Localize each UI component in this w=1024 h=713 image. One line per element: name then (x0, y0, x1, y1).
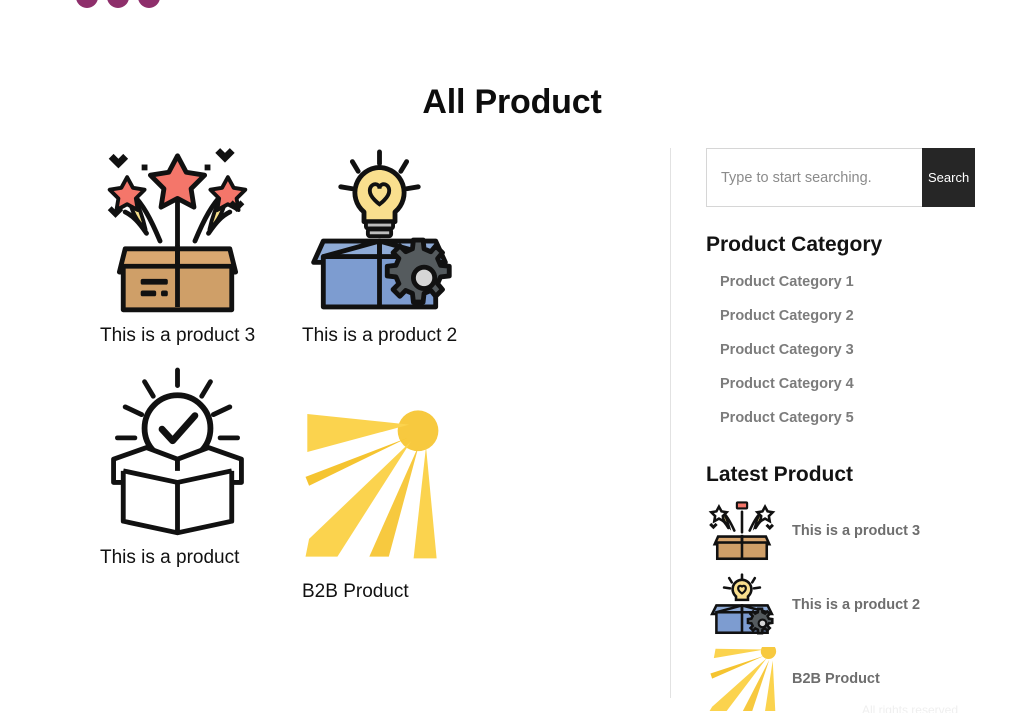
product-card[interactable]: This is a product (100, 362, 302, 602)
sun-rays-icon (709, 647, 777, 711)
category-link[interactable]: Product Category 5 (720, 410, 854, 426)
latest-product-heading: Latest Product (706, 463, 854, 486)
product-card[interactable]: This is a product 2 (302, 140, 504, 346)
list-item[interactable]: This is a product 2 (706, 569, 956, 641)
sidebar-divider (670, 148, 671, 698)
page-root: All Product This is a product 3 This is … (0, 0, 1024, 713)
list-item[interactable]: Product Category 5 (706, 401, 956, 435)
blue-box-lightbulb-gear-icon (311, 149, 452, 310)
product-title: This is a product 2 (302, 325, 458, 346)
search-button[interactable]: Search (922, 148, 976, 207)
list-item[interactable]: Product Category 1 (706, 265, 956, 299)
open-box-checkmark-icon (111, 367, 244, 536)
logo-dot-2 (107, 0, 129, 8)
list-item[interactable]: Product Category 2 (706, 299, 956, 333)
logo-dot-3 (138, 0, 160, 8)
product-card[interactable]: B2B Product (302, 396, 504, 602)
latest-product-title: This is a product 3 (792, 523, 921, 539)
footer-text: All rights reserved (861, 703, 958, 713)
latest-product-title: B2B Product (792, 671, 880, 687)
product-category-heading: Product Category (706, 233, 883, 256)
category-link[interactable]: Product Category 4 (720, 376, 854, 392)
product-grid: This is a product 3 This is a product 2 … (100, 140, 660, 619)
latest-product-list: This is a product 3 This is a product 2 … (706, 495, 956, 713)
product-title: B2B Product (302, 581, 409, 603)
category-link[interactable]: Product Category 3 (720, 342, 854, 358)
product-card[interactable]: This is a product 3 (100, 140, 302, 346)
sidebar: Search Product Category Product Category… (706, 148, 976, 713)
logo-dot-1 (76, 0, 98, 8)
sun-rays-icon (305, 410, 439, 559)
product-category-list: Product Category 1 Product Category 2 Pr… (706, 265, 956, 435)
gift-box-fireworks-icon (107, 148, 248, 313)
search-form: Search (706, 148, 976, 207)
site-logo-strip (0, 0, 1024, 14)
list-item[interactable]: This is a product 3 (706, 495, 956, 567)
product-title: This is a product (100, 547, 240, 569)
category-link[interactable]: Product Category 1 (720, 274, 854, 290)
blue-box-lightbulb-gear-icon (710, 573, 774, 635)
logo-dots (76, 0, 160, 8)
list-item[interactable]: Product Category 4 (706, 367, 956, 401)
gift-box-fireworks-icon (708, 501, 776, 561)
product-title: This is a product 3 (100, 325, 256, 346)
content-area: This is a product 3 This is a product 2 … (0, 140, 1024, 711)
list-item[interactable]: Product Category 3 (706, 333, 956, 367)
category-link[interactable]: Product Category 2 (720, 308, 854, 324)
search-input[interactable] (706, 148, 922, 207)
latest-product-title: This is a product 2 (792, 597, 921, 613)
page-title: All Product (422, 82, 602, 121)
